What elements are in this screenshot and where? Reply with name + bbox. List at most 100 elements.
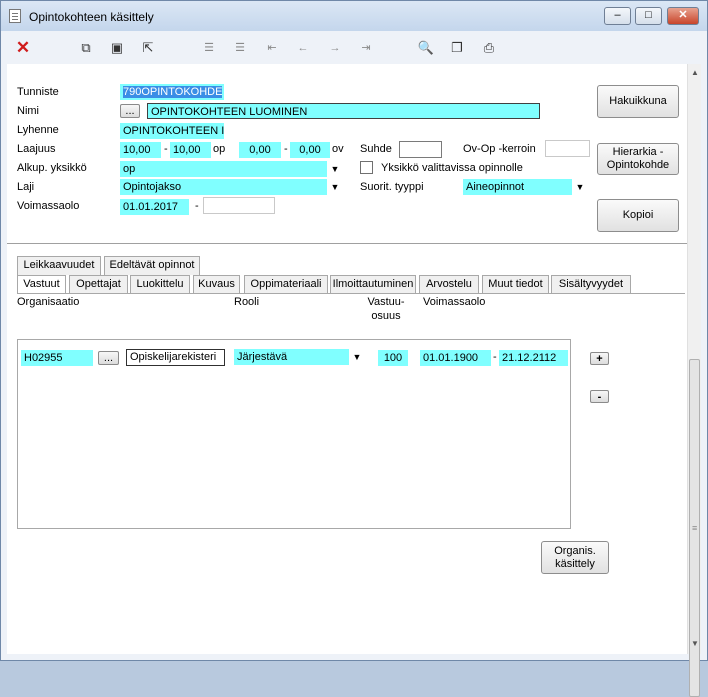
save-icon[interactable]: ▣ <box>108 39 126 57</box>
tab-luokittelu[interactable]: Luokittelu <box>130 275 190 294</box>
laji-value: Opintojakso <box>123 181 182 193</box>
row-org-name-field[interactable]: Opiskelijarekisteri <box>126 349 225 366</box>
laajuus-ov-dash: - <box>284 143 288 155</box>
row-organisaatio-field[interactable]: H02955 <box>21 350 93 366</box>
copy-icon[interactable]: ⧉ <box>77 39 95 57</box>
column-vastuuosuus: Vastuu- osuus <box>367 295 405 323</box>
tab-oppimateriaali[interactable]: Oppimateriaali <box>244 275 328 294</box>
hakuikkuna-label: Hakuikkuna <box>609 95 667 107</box>
lyhenne-label: Lyhenne <box>17 124 59 136</box>
add-row-icon[interactable]: ☰ <box>200 39 218 57</box>
laajuus-op-min-field[interactable]: 10,00 <box>120 142 161 158</box>
tab-arvostelu[interactable]: Arvostelu <box>419 275 479 294</box>
alkup-yksikko-label: Alkup. yksikkö <box>17 162 87 174</box>
tab-edeltavat-opinnot[interactable]: Edeltävät opinnot <box>104 256 200 275</box>
title-bar: Opintokohteen käsittely – □ ✕ <box>1 1 707 31</box>
ovop-kerroin-field[interactable] <box>545 140 590 157</box>
nimi-lookup-button[interactable]: ... <box>120 104 140 118</box>
tunniste-value: 790OPINTOKOHDE <box>123 86 223 98</box>
hierarkia-label-1: Hierarkia - <box>612 146 664 158</box>
tab-opettajat[interactable]: Opettajat <box>69 275 128 294</box>
organis-kasittely-button[interactable]: Organis. käsittely <box>541 541 609 574</box>
laajuus-op-max-field[interactable]: 10,00 <box>170 142 211 158</box>
laajuus-op-dash: - <box>164 143 168 155</box>
row-rooli-select[interactable]: Järjestävä ▼ <box>234 349 365 365</box>
toolbar: ✕ ⧉ ▣ ⇱ ☰ ☰ ⇤ ← → ⇥ 🔍 ❐ ⎙ <box>1 31 707 64</box>
tunniste-field[interactable]: 790OPINTOKOHDE <box>120 84 224 100</box>
column-vastuuosuus-line1: Vastuu- <box>367 296 405 308</box>
nimi-field[interactable]: OPINTOKOHTEEN LUOMINEN <box>147 103 540 119</box>
row-alku-field[interactable]: 01.01.1900 <box>420 350 491 366</box>
ovop-kerroin-label: Ov-Op -kerroin <box>463 143 536 155</box>
yksikko-checkbox[interactable] <box>360 161 373 174</box>
remove-row-icon[interactable]: ☰ <box>231 39 249 57</box>
row-loppu-field[interactable]: 21.12.2112 <box>499 350 568 366</box>
chevron-down-icon[interactable]: ▼ <box>327 161 343 177</box>
window: Opintokohteen käsittely – □ ✕ ✕ ⧉ ▣ ⇱ ☰ … <box>0 0 708 697</box>
maximize-button[interactable]: □ <box>635 7 662 25</box>
laajuus-label: Laajuus <box>17 143 56 155</box>
scroll-down-icon[interactable]: ▼ <box>691 639 699 648</box>
tab-leikkaavuudet[interactable]: Leikkaavuudet <box>17 256 101 275</box>
tab-vastuut[interactable]: Vastuut <box>17 275 66 294</box>
row-organisaatio-lookup-button[interactable]: ... <box>98 351 119 365</box>
nimi-label: Nimi <box>17 105 39 117</box>
vertical-scrollbar[interactable]: ▲ ≡ ▼ <box>687 64 701 697</box>
chevron-down-icon[interactable]: ▼ <box>572 179 588 195</box>
alkup-yksikko-value: op <box>123 163 136 175</box>
next-record-icon[interactable]: → <box>326 39 344 57</box>
voimassaolo-end-field[interactable] <box>203 197 275 214</box>
tunniste-label: Tunniste <box>17 86 59 98</box>
laajuus-ov-min-field[interactable]: 0,00 <box>239 142 281 158</box>
suhde-label: Suhde <box>360 143 392 155</box>
window-title: Opintokohteen käsittely <box>29 10 154 24</box>
suorit-tyyppi-label: Suorit. tyyppi <box>360 181 424 193</box>
lyhenne-field[interactable]: OPINTOKOHTEEN I <box>120 123 224 139</box>
laajuus-op-unit: op <box>213 143 226 155</box>
suorit-tyyppi-select[interactable]: Aineopinnot ▼ <box>463 179 588 195</box>
export-icon[interactable]: ⇱ <box>139 39 157 57</box>
add-row-button[interactable]: + <box>590 352 609 365</box>
documents-icon[interactable]: ❐ <box>448 39 466 57</box>
chevron-down-icon[interactable]: ▼ <box>327 179 343 195</box>
tab-kuvaus[interactable]: Kuvaus <box>193 275 240 294</box>
grip-icon: ≡ <box>692 523 698 533</box>
minimize-button[interactable]: – <box>604 7 631 25</box>
first-record-icon[interactable]: ⇤ <box>263 39 281 57</box>
laajuus-ov-unit: ov <box>332 143 344 155</box>
voimassaolo-start-field[interactable]: 01.01.2017 <box>120 199 189 215</box>
section-divider <box>7 243 687 244</box>
tab-ilmoittautuminen[interactable]: Ilmoittautuminen <box>330 275 416 294</box>
suhde-field[interactable] <box>399 141 442 158</box>
column-vastuuosuus-line2: osuus <box>371 310 401 322</box>
previous-record-icon[interactable]: ← <box>294 39 312 57</box>
hakuikkuna-button[interactable]: Hakuikkuna <box>597 85 679 118</box>
close-button[interactable]: ✕ <box>667 7 699 25</box>
delete-icon[interactable]: ✕ <box>14 39 32 57</box>
hierarkia-button[interactable]: Hierarkia - Opintokohde <box>597 143 679 175</box>
voimassaolo-dash: - <box>195 200 199 212</box>
search-icon[interactable]: 🔍 <box>417 39 435 57</box>
row-date-dash: - <box>493 351 497 363</box>
column-organisaatio: Organisaatio <box>17 296 80 308</box>
print-icon[interactable]: ⎙ <box>480 39 498 57</box>
tab-sisaltyvyydet[interactable]: Sisältyvyydet <box>551 275 631 294</box>
organis-label-1: Organis. <box>554 544 596 557</box>
row-osuus-field[interactable]: 100 <box>378 350 408 366</box>
suorit-tyyppi-value: Aineopinnot <box>466 181 525 193</box>
column-rooli: Rooli <box>234 296 260 308</box>
laajuus-ov-max-field[interactable]: 0,00 <box>290 142 330 158</box>
laji-label: Laji <box>17 181 35 193</box>
chevron-down-icon[interactable]: ▼ <box>349 349 365 365</box>
tab-panel-border <box>17 293 685 294</box>
kopioi-label: Kopioi <box>622 209 654 221</box>
last-record-icon[interactable]: ⇥ <box>357 39 375 57</box>
tab-muut-tiedot[interactable]: Muut tiedot <box>482 275 549 294</box>
alkup-yksikko-select[interactable]: op ▼ <box>120 161 343 177</box>
kopioi-button[interactable]: Kopioi <box>597 199 679 232</box>
remove-row-button[interactable]: - <box>590 390 609 403</box>
document-icon <box>9 9 21 23</box>
scroll-up-icon[interactable]: ▲ <box>691 68 699 77</box>
laji-select[interactable]: Opintojakso ▼ <box>120 179 343 195</box>
vastuut-grid <box>17 339 571 529</box>
